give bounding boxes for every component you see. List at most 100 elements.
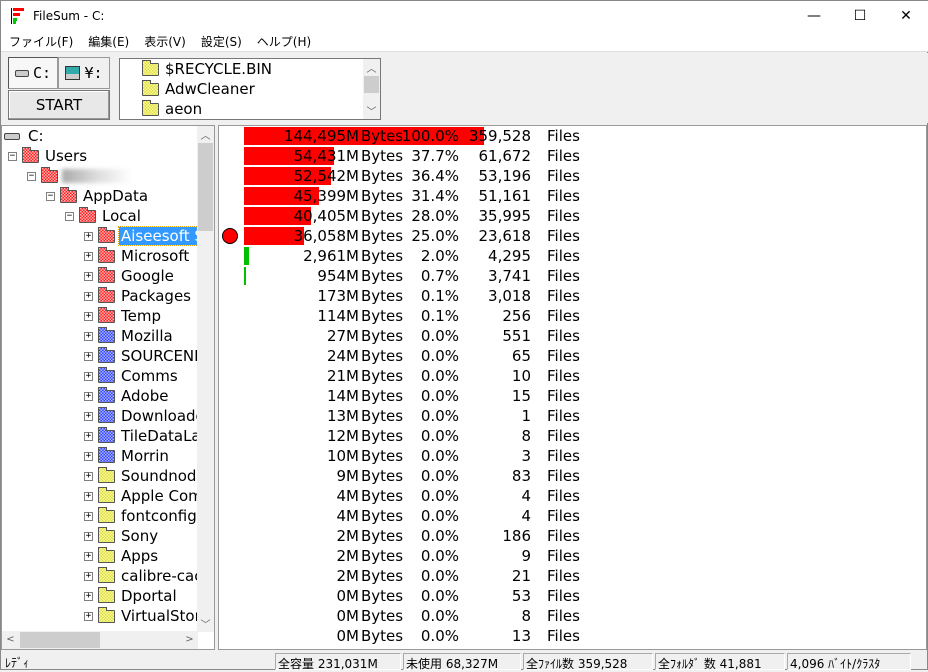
expand-icon[interactable]: + xyxy=(84,351,93,361)
tree-item[interactable]: C: xyxy=(4,126,46,146)
tree-item[interactable]: − AppData xyxy=(46,186,150,206)
menu-view[interactable]: 表示(V) xyxy=(136,33,193,50)
tree-item[interactable]: + Apple Computer xyxy=(84,486,198,506)
expand-icon[interactable]: + xyxy=(84,591,93,601)
tree-item[interactable]: + SOURCENEXT xyxy=(84,346,198,366)
minimize-button[interactable]: — xyxy=(791,1,837,31)
list-item[interactable]: AdwCleaner xyxy=(120,79,380,99)
size-row[interactable]: 4M Bytes 0.0% 4 Files xyxy=(219,486,919,506)
size-row[interactable]: 2M Bytes 0.0% 9 Files xyxy=(219,546,919,566)
collapse-icon[interactable]: − xyxy=(8,151,17,161)
tree-vertical-scrollbar[interactable]: ︿ ﹀ xyxy=(197,126,214,632)
drive-c-button[interactable]: C: xyxy=(8,57,58,89)
tree-item[interactable]: + Adobe xyxy=(84,386,170,406)
expand-icon[interactable]: + xyxy=(84,271,93,281)
close-button[interactable]: ✕ xyxy=(883,1,928,31)
network-drive-button[interactable]: ¥: xyxy=(58,57,110,89)
size-row[interactable]: 9M Bytes 0.0% 83 Files xyxy=(219,466,919,486)
scroll-thumb[interactable] xyxy=(20,632,100,648)
size-row[interactable]: 0M Bytes 0.0% 8 Files xyxy=(219,606,919,626)
scroll-down-icon[interactable]: ﹀ xyxy=(197,615,214,632)
size-row[interactable]: 0M Bytes 0.0% 53 Files xyxy=(219,586,919,606)
size-row[interactable]: 21M Bytes 0.0% 10 Files xyxy=(219,366,919,386)
tree-item[interactable]: + calibre-cache xyxy=(84,566,198,586)
tree-item[interactable]: + Apps xyxy=(84,546,160,566)
tree-item[interactable]: − Users xyxy=(8,146,89,166)
expand-icon[interactable]: + xyxy=(84,371,93,381)
tree-item[interactable]: + Packages xyxy=(84,286,193,306)
folder-tree[interactable]: C:−Users−−AppData−Local+Aiseesoft Studio… xyxy=(1,125,215,650)
size-row[interactable]: 14M Bytes 0.0% 15 Files xyxy=(219,386,919,406)
tree-item[interactable]: + Google xyxy=(84,266,176,286)
collapse-icon[interactable]: − xyxy=(46,191,55,201)
size-row[interactable]: 24M Bytes 0.0% 65 Files xyxy=(219,346,919,366)
tree-item[interactable]: + Comms xyxy=(84,366,180,386)
expand-icon[interactable]: + xyxy=(84,251,93,261)
start-button[interactable]: START xyxy=(8,90,110,120)
size-list[interactable]: 144,495M Bytes 100.0% 359,528 Files 54,431M By… xyxy=(218,125,927,650)
expand-icon[interactable]: + xyxy=(84,431,93,441)
scroll-right-icon[interactable]: > xyxy=(181,631,198,648)
size-row[interactable]: 4M Bytes 0.0% 4 Files xyxy=(219,506,919,526)
size-row[interactable]: 0M Bytes 0.0% 13 Files xyxy=(219,626,919,646)
expand-icon[interactable]: + xyxy=(84,411,93,421)
tree-item[interactable]: + Downloaded xyxy=(84,406,198,426)
tree-item[interactable]: + fontconfig xyxy=(84,506,198,526)
expand-icon[interactable]: + xyxy=(84,471,93,481)
size-row[interactable]: 10M Bytes 0.0% 3 Files xyxy=(219,446,919,466)
menu-settings[interactable]: 設定(S) xyxy=(193,33,249,50)
menu-file[interactable]: ファイル(F) xyxy=(1,33,80,50)
folder-listbox[interactable]: $RECYCLE.BIN AdwCleaner aeon ︿ ﹀ xyxy=(119,58,381,120)
size-row[interactable]: 954M Bytes 0.7% 3,741 Files xyxy=(219,266,919,286)
tree-item[interactable]: − Local xyxy=(65,206,143,226)
scroll-thumb[interactable] xyxy=(364,76,379,93)
size-row[interactable]: 173M Bytes 0.1% 3,018 Files xyxy=(219,286,919,306)
menu-edit[interactable]: 編集(E) xyxy=(80,33,136,50)
size-row[interactable]: 13M Bytes 0.0% 1 Files xyxy=(219,406,919,426)
expand-icon[interactable]: + xyxy=(84,391,93,401)
size-row[interactable]: 2M Bytes 0.0% 186 Files xyxy=(219,526,919,546)
tree-item[interactable]: + Mozilla xyxy=(84,326,175,346)
scroll-up-icon[interactable]: ︿ xyxy=(363,59,380,76)
tree-item[interactable]: + Soundnode xyxy=(84,466,198,486)
size-row[interactable]: 27M Bytes 0.0% 551 Files xyxy=(219,326,919,346)
scroll-down-icon[interactable]: ﹀ xyxy=(363,102,380,119)
scroll-left-icon[interactable]: < xyxy=(2,631,19,648)
expand-icon[interactable]: + xyxy=(84,491,93,501)
size-row[interactable]: 45,399M Bytes 31.4% 51,161 Files xyxy=(219,186,919,206)
collapse-icon[interactable]: − xyxy=(65,211,74,221)
size-row[interactable]: 114M Bytes 0.1% 256 Files xyxy=(219,306,919,326)
tree-item[interactable]: + Temp xyxy=(84,306,163,326)
list-item[interactable]: aeon xyxy=(120,99,380,119)
size-row[interactable]: 12M Bytes 0.0% 8 Files xyxy=(219,426,919,446)
scroll-up-icon[interactable]: ︿ xyxy=(197,126,214,143)
expand-icon[interactable]: + xyxy=(84,571,93,581)
expand-icon[interactable]: + xyxy=(84,531,93,541)
tree-item[interactable]: + VirtualStore xyxy=(84,606,198,626)
size-row[interactable]: 36,058M Bytes 25.0% 23,618 Files xyxy=(219,226,919,246)
tree-item[interactable]: + Aiseesoft Studio xyxy=(84,226,198,246)
tree-item[interactable]: − xyxy=(27,166,132,186)
tree-item[interactable]: + Dportal xyxy=(84,586,179,606)
expand-icon[interactable]: + xyxy=(84,291,93,301)
tree-item[interactable]: + Sony xyxy=(84,526,160,546)
list-item[interactable]: $RECYCLE.BIN xyxy=(120,59,380,79)
size-row[interactable]: 54,431M Bytes 37.7% 61,672 Files xyxy=(219,146,919,166)
tree-item[interactable]: + Morrin xyxy=(84,446,171,466)
expand-icon[interactable]: + xyxy=(84,231,93,241)
size-row[interactable]: 52,542M Bytes 36.4% 53,196 Files xyxy=(219,166,919,186)
size-row[interactable]: 2,961M Bytes 2.0% 4,295 Files xyxy=(219,246,919,266)
expand-icon[interactable]: + xyxy=(84,611,93,621)
scroll-thumb[interactable] xyxy=(198,143,213,231)
tree-item[interactable]: + Microsoft xyxy=(84,246,191,266)
size-row[interactable]: 144,495M Bytes 100.0% 359,528 Files xyxy=(219,126,919,146)
expand-icon[interactable]: + xyxy=(84,551,93,561)
menu-help[interactable]: ヘルプ(H) xyxy=(249,33,318,50)
listbox-scrollbar[interactable]: ︿ ﹀ xyxy=(363,59,380,119)
expand-icon[interactable]: + xyxy=(84,331,93,341)
expand-icon[interactable]: + xyxy=(84,511,93,521)
collapse-icon[interactable]: − xyxy=(27,171,36,181)
expand-icon[interactable]: + xyxy=(84,311,93,321)
expand-icon[interactable]: + xyxy=(84,451,93,461)
size-row[interactable]: 2M Bytes 0.0% 21 Files xyxy=(219,566,919,586)
